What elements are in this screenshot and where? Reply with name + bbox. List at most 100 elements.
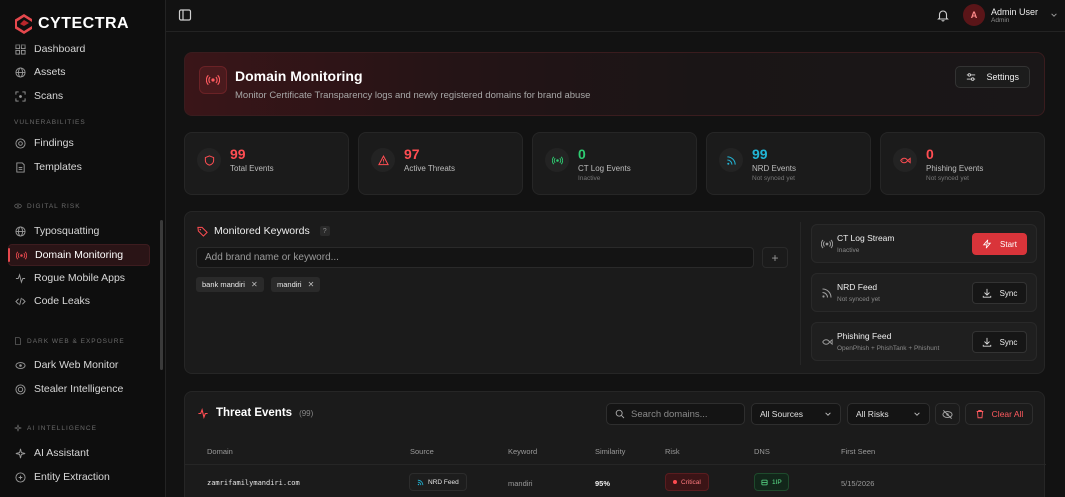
activity-icon [198,407,208,419]
sidebar-item-label: Scans [34,90,64,102]
rss-icon [417,479,424,485]
document-icon [15,337,21,345]
stat-label: CT Log Events [578,164,631,173]
column-header[interactable]: First Seen [841,447,875,456]
risk-filter-select[interactable]: All Risks [847,403,930,425]
stat-value: 99 [752,146,768,162]
sidebar-item-typosquatting[interactable]: Typosquatting [8,220,150,242]
section-label: DIGITAL RISK [27,202,81,210]
scan-icon [15,90,26,102]
stat-sub: Inactive [578,175,601,182]
sidebar-item-assets[interactable]: Assets [8,61,150,83]
column-header[interactable]: Source [410,447,434,456]
brand-logo[interactable]: CYTECTRA [14,12,129,36]
sync-label: Sync [999,337,1018,347]
keyword-chip-label: mandiri [277,280,302,289]
threat-events-count: (99) [299,408,314,418]
chevron-down-icon [1051,13,1057,17]
section-label: DARK WEB & EXPOSURE [27,337,125,345]
column-header[interactable]: Similarity [595,447,625,456]
column-header[interactable]: Keyword [508,447,537,456]
threat-events-heading: Threat Events (99) [197,407,313,419]
sidebar-toggle-icon[interactable] [178,8,192,22]
server-icon [761,479,768,485]
stat-total-events: 99 Total Events [184,132,349,195]
help-icon[interactable]: ? [319,226,330,236]
feed-title: CT Log Stream [837,233,895,243]
source-filter-select[interactable]: All Sources [751,403,841,425]
sidebar-item-findings[interactable]: Findings [8,132,150,154]
start-button[interactable]: Start [972,233,1027,255]
remove-chip-icon[interactable]: ✕ [251,280,258,289]
stat-label: Total Events [230,164,274,173]
sparkle-icon [14,424,22,432]
eye-off-icon [942,409,953,419]
radio-icon [199,66,227,94]
sidebar-item-label: Entity Extraction [34,471,110,483]
remove-chip-icon[interactable]: ✕ [308,280,315,289]
sidebar-item-rogue-mobile-apps[interactable]: Rogue Mobile Apps [8,267,150,289]
settings-button[interactable]: Settings [955,66,1030,88]
feed-title: Phishing Feed [837,331,892,341]
add-keyword-button[interactable]: + [762,247,788,268]
status-dot [673,480,677,484]
domain-cell[interactable]: zamrifamilymandiri.com [207,479,300,487]
radio-icon [545,148,569,172]
bell-icon[interactable] [936,8,950,22]
sidebar-item-scans[interactable]: Scans [8,85,150,107]
chevron-down-icon [914,412,920,416]
section-label: VULNERABILITIES [14,119,86,126]
sidebar-scrollbar[interactable] [160,220,163,370]
section-ai: AI INTELLIGENCE [14,424,97,432]
search-icon [615,409,625,419]
sync-button[interactable]: Sync [972,331,1027,353]
keywords-title: Monitored Keywords [214,225,310,237]
source-filter-value: All Sources [760,409,803,419]
radio-icon [821,239,833,249]
keyword-input[interactable]: Add brand name or keyword... [196,247,754,268]
toggle-visibility-button[interactable] [935,403,960,425]
sidebar-item-dark-web-monitor[interactable]: Dark Web Monitor [8,354,150,376]
eye-icon [14,203,22,209]
feed-card-ct-log: CT Log Stream Inactive Start [811,224,1037,263]
stat-active-threats: 97 Active Threats [358,132,523,195]
avatar: A [963,4,985,26]
sync-button[interactable]: Sync [972,282,1027,304]
sidebar-item-ai-assistant[interactable]: AI Assistant [8,442,150,464]
scroll-fade [0,38,165,48]
shield-icon [197,148,221,172]
user-menu[interactable]: A Admin User Admin [963,4,1058,26]
user-info: Admin User Admin [991,7,1038,24]
sidebar-item-label: Stealer Intelligence [34,383,124,395]
column-header[interactable]: Risk [665,447,680,456]
sidebar-item-stealer-intelligence[interactable]: Stealer Intelligence [8,378,150,400]
search-domains-input[interactable]: Search domains... [606,403,745,425]
section-digital-risk: DIGITAL RISK [14,202,81,210]
sidebar-item-code-leaks[interactable]: Code Leaks [8,290,150,312]
trash-icon [976,410,984,419]
sidebar-item-label: Typosquatting [34,225,100,237]
stat-phishing-events: 0 Phishing Events Not synced yet [880,132,1045,195]
sidebar-nav[interactable]: Dashboard Assets Scans VULNERABILITIES F… [0,38,165,497]
findings-icon [15,137,26,149]
keyword-chip-label: bank mandiri [202,280,245,289]
sidebar-item-templates[interactable]: Templates [8,156,150,178]
stat-value: 0 [926,146,934,162]
stat-nrd-events: 99 NRD Events Not synced yet [706,132,871,195]
risk-filter-value: All Risks [856,409,889,419]
stat-sub: Not synced yet [926,175,969,182]
column-header[interactable]: Domain [207,447,233,456]
keyword-cell: mandiri [508,479,533,488]
sidebar-item-label: Assets [34,66,66,78]
sliders-icon [967,73,976,81]
sidebar-item-domain-monitoring[interactable]: Domain Monitoring [8,244,150,266]
section-dark-web: DARK WEB & EXPOSURE [14,337,125,345]
column-header[interactable]: DNS [754,447,770,456]
user-name: Admin User [991,6,1039,17]
stat-sub: Not synced yet [752,175,795,182]
sidebar-item-entity-extraction[interactable]: Entity Extraction [8,466,150,488]
clear-all-button[interactable]: Clear All [965,403,1033,425]
stat-value: 99 [230,146,246,162]
feed-status: Inactive [837,247,860,254]
threat-events-title: Threat Events [216,407,293,419]
